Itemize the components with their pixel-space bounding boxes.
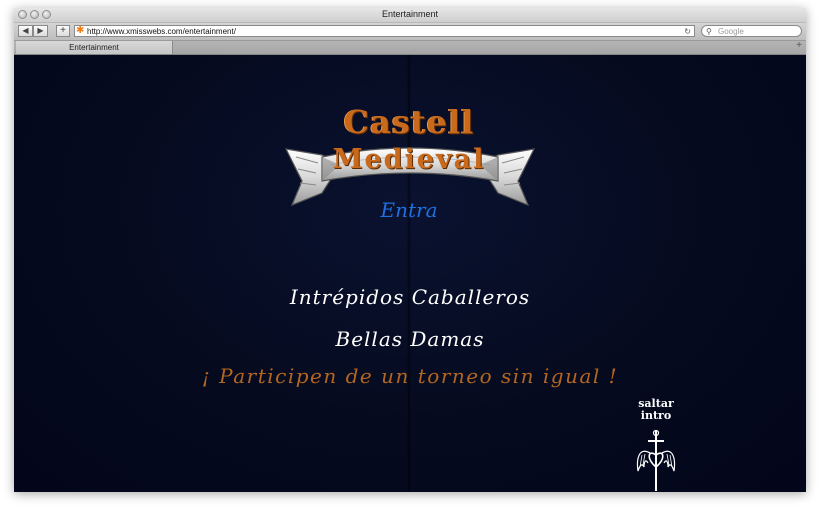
invitation-line-ladies: Bellas Damas xyxy=(335,327,485,351)
tab-entertainment[interactable]: Entertainment xyxy=(16,41,173,54)
back-button[interactable]: ◀ xyxy=(18,25,33,37)
skip-label-bottom: intro xyxy=(640,409,672,422)
add-bookmark-button[interactable]: + xyxy=(56,25,70,37)
search-placeholder: Google xyxy=(718,27,744,36)
window-title: Entertainment xyxy=(381,9,439,19)
invitation-line-tournament: ¡ Participen de un torneo sin igual ! xyxy=(201,364,619,388)
search-icon: ⚲ xyxy=(706,27,712,36)
title-bar: Entertainment xyxy=(14,8,806,23)
forward-button[interactable]: ▶ xyxy=(33,25,48,37)
address-text[interactable]: http://www.xmisswebs.com/entertainment/ xyxy=(87,26,236,37)
tab-bar: Entertainment + xyxy=(14,40,806,55)
browser-window: Entertainment ◀ ▶ + ✱ http://www.xmisswe… xyxy=(14,8,806,492)
site-favicon-icon: ✱ xyxy=(76,25,85,36)
enter-link[interactable]: Entra xyxy=(314,198,504,222)
browser-toolbar: ◀ ▶ + ✱ http://www.xmisswebs.com/enterta… xyxy=(14,23,806,41)
search-field[interactable]: ⚲ Google xyxy=(701,25,802,37)
winged-sword-icon[interactable] xyxy=(632,427,680,492)
skip-intro-button[interactable]: saltar intro xyxy=(631,398,681,422)
new-tab-icon[interactable]: + xyxy=(796,40,802,51)
invitation-line-knights: Intrépidos Caballeros xyxy=(289,285,531,309)
logo-title-bottom: Medieval xyxy=(332,144,486,175)
address-bar[interactable]: ✱ http://www.xmisswebs.com/entertainment… xyxy=(74,25,695,37)
reload-icon[interactable]: ↻ xyxy=(684,26,691,37)
page-content: Castell Medieval Entra Intrépidos Caball… xyxy=(14,55,806,492)
